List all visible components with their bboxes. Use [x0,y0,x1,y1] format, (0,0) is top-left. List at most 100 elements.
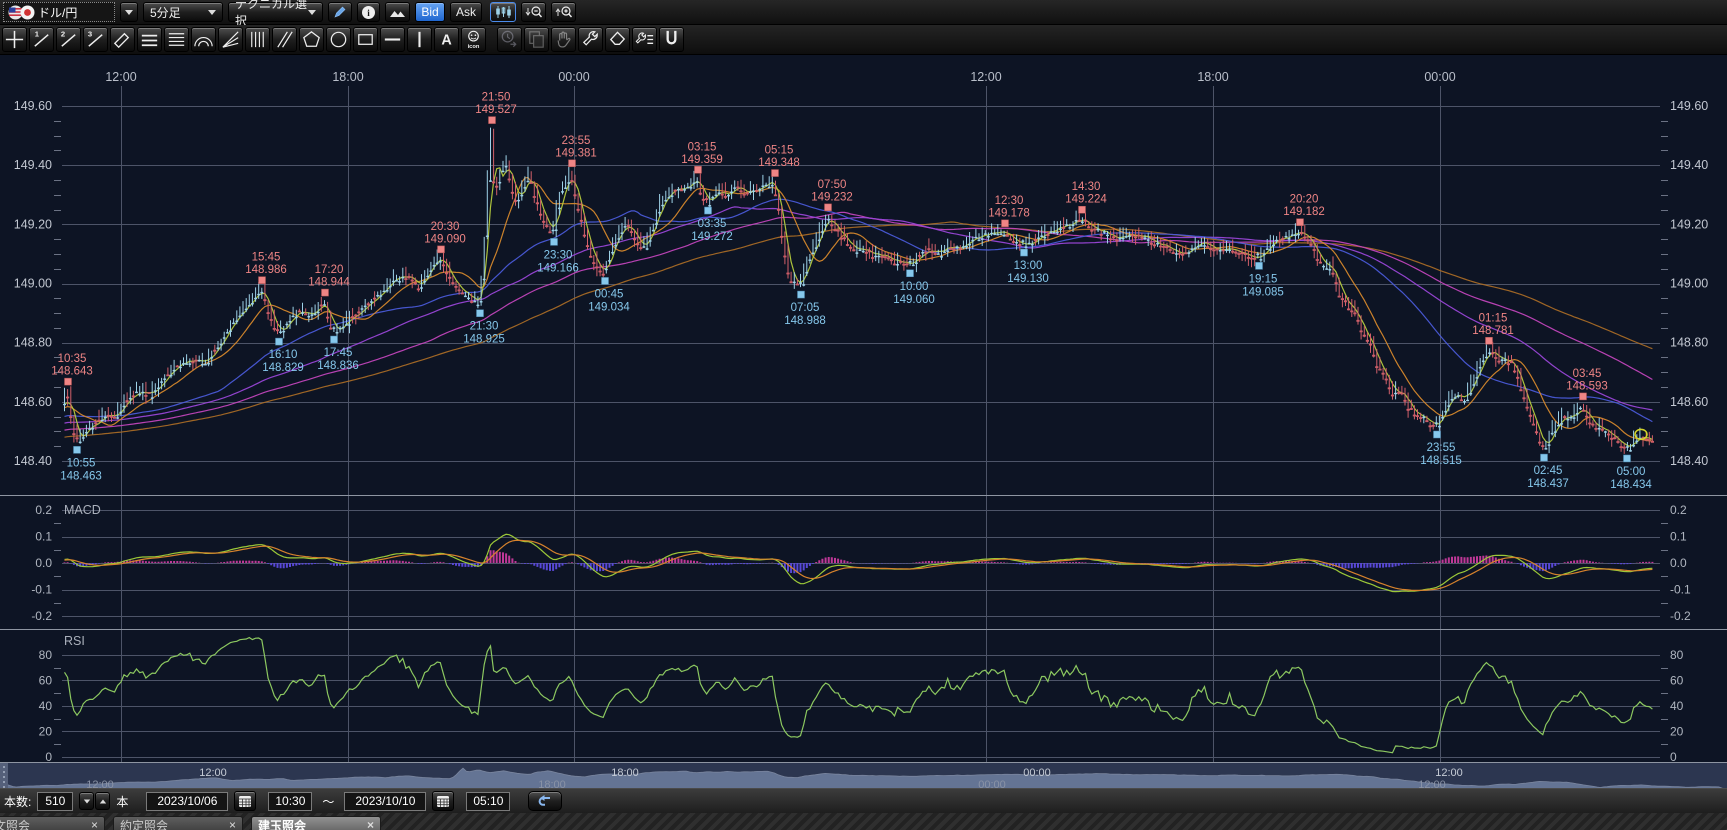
parallel-lines-tool-button[interactable] [272,27,297,52]
trendline-2-icon: 2 [57,28,80,51]
tab-約定照会[interactable]: 約定照会 × [113,816,243,830]
settings-tool-button[interactable] [632,27,657,52]
high-annotation-time: 05:15 [765,145,794,157]
rsi-tick-right: 20 [1670,724,1684,738]
low-annotation-time: 17:45 [324,347,353,359]
ruler-icon [111,28,134,51]
price-axis-label-right: 148.60 [1670,395,1708,409]
bid-button[interactable]: Bid [415,2,445,22]
h-segment-tool-button[interactable] [380,27,405,52]
bottom-tabs-bar: 注文照会×約定照会×建玉照会× [0,813,1727,830]
v-lines-tool-button[interactable] [245,27,270,52]
ruler-tool-button[interactable] [110,27,135,52]
copy-tool-button[interactable] [524,27,549,52]
low-annotation-price: 149.034 [588,301,630,313]
low-marker [907,270,914,277]
low-annotation-time: 19:15 [1249,273,1278,285]
wrench-tool-button[interactable] [578,27,603,52]
bars-count-input[interactable]: 510 [37,792,73,811]
calendar-to-button[interactable] [432,791,454,811]
low-marker [477,310,484,317]
navigator-time-label: 12:00 [1435,767,1463,779]
pair-dropdown-button[interactable] [120,2,138,22]
jp-flag-icon [20,5,35,20]
price-axis-label-right: 149.00 [1670,277,1708,291]
chevron-up-icon [100,799,106,803]
chart-canvas[interactable]: 12:0018:0000:0012:0012:0018:0000:0012:00… [0,0,1727,830]
tab-建玉照会[interactable]: 建玉照会× [251,816,381,830]
v-segment-tool-button[interactable] [407,27,432,52]
timeframe-selector[interactable]: 5分足 [143,2,223,22]
tab-close-icon[interactable]: × [229,818,236,830]
main-toolbar: ドル/円 5分足 テクニカル選択 i Bid Ask [0,0,1727,25]
zoom-in-button[interactable] [551,2,576,22]
area-chart-button[interactable] [385,2,410,22]
macd-tick-left: 0.1 [35,530,52,544]
calendar-from-button[interactable] [234,791,256,811]
time-to-input[interactable]: 05:10 [466,792,510,811]
fib-arcs-tool-button[interactable] [191,27,216,52]
zoom-in-icon [555,5,573,20]
tab-label: 約定照会 [120,817,168,830]
low-annotation-time: 05:00 [1617,466,1646,478]
crosshair-tool-button[interactable] [2,27,27,52]
pentagon-tool-button[interactable] [299,27,324,52]
bars-increment-button[interactable] [95,792,110,810]
bars-decrement-button[interactable] [79,792,94,810]
svg-text:A: A [441,32,451,48]
settings-icon [633,28,656,51]
price-axis-label-left: 149.40 [14,158,52,172]
trendline-2-tool-button[interactable]: 2 [56,27,81,52]
time-axis-label: 18:00 [1197,70,1228,84]
zoom-out-button[interactable] [521,2,546,22]
ask-button[interactable]: Ask [450,2,482,22]
h-segment-icon [381,28,404,51]
low-annotation-time: 00:45 [595,288,624,300]
ellipse-tool-button[interactable] [326,27,351,52]
low-marker [1541,454,1548,461]
icon-stamp-tool-button[interactable]: icon [461,27,486,52]
fan-lines-tool-button[interactable] [218,27,243,52]
rsi-tick-left: 60 [39,673,53,687]
rsi-tick-left: 0 [45,750,52,764]
navigator-strip[interactable]: 12:0018:0000:0012:0012:0018:0000:0012:00 [0,763,1727,791]
magnet-tool-button[interactable] [659,27,684,52]
high-marker [825,204,832,211]
h-lines-tool-button[interactable] [137,27,162,52]
tab-close-icon[interactable]: × [91,818,98,830]
low-marker [1256,262,1263,269]
high-annotation-time: 17:20 [315,264,344,276]
reset-range-button[interactable] [528,791,562,811]
high-marker [65,378,72,385]
technical-select-button[interactable]: テクニカル選択 [228,2,323,22]
time-axis-label: 00:00 [1424,70,1455,84]
macd-tick-right: 0.1 [1670,530,1687,544]
date-from-input[interactable]: 2023/10/06 [146,792,228,811]
tab-close-icon[interactable]: × [367,818,374,830]
time-shift-tool-button[interactable] [497,27,522,52]
low-annotation-time: 21:30 [470,321,499,333]
trendline-1-tool-button[interactable]: 1 [29,27,54,52]
date-to-input[interactable]: 2023/10/10 [344,792,426,811]
magnet-icon [660,28,683,51]
price-axis-label-left: 148.40 [14,454,52,468]
h-lines-dense-tool-button[interactable] [164,27,189,52]
text-tool-button[interactable]: A [434,27,459,52]
hand-tool-button[interactable] [551,27,576,52]
draw-pencil-button[interactable] [328,2,352,22]
trendline-3-tool-button[interactable]: 3 [83,27,108,52]
trendline-3-icon: 3 [84,28,107,51]
low-marker [276,338,283,345]
low-annotation-time: 02:45 [1534,465,1563,477]
high-marker [1079,206,1086,213]
time-from-input[interactable]: 10:30 [268,792,312,811]
time-axis-label: 12:00 [970,70,1001,84]
tab-注文照会[interactable]: 注文照会× [0,816,105,830]
eraser-tool-button[interactable] [605,27,630,52]
currency-pair-selector[interactable]: ドル/円 [3,2,115,22]
time-shift-icon [498,28,521,51]
candle-chart-button[interactable] [490,2,516,22]
rectangle-tool-button[interactable] [353,27,378,52]
info-button[interactable]: i [357,2,380,22]
svg-text:1: 1 [35,30,40,39]
